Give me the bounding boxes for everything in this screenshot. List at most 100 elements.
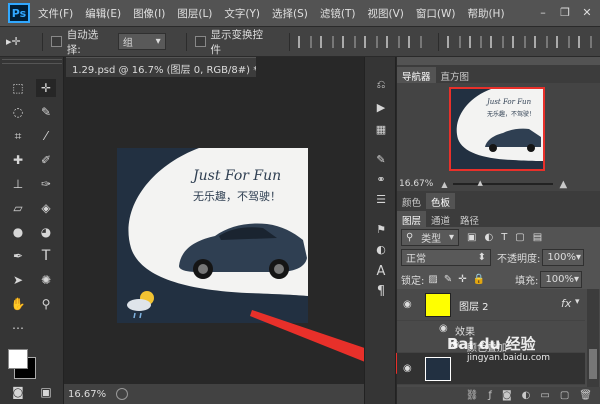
minimize-button[interactable]: – [534, 4, 552, 20]
gradient-tool-icon[interactable]: ◈ [36, 199, 56, 217]
menu-filter[interactable]: 滤镜(T) [320, 6, 356, 21]
filter-pixel-icon[interactable]: ▣ [467, 232, 476, 243]
menu-image[interactable]: 图像(I) [133, 6, 165, 21]
move-tool-icon[interactable]: ✛ [36, 79, 56, 97]
history-panel-icon[interactable]: ⎌ [371, 77, 391, 93]
lasso-tool-icon[interactable]: ◌ [8, 103, 28, 121]
quick-select-tool-icon[interactable]: ✎ [36, 103, 56, 121]
fill-field[interactable]: 100% ▾ [540, 271, 583, 288]
paragraph-panel-icon[interactable]: ¶ [371, 283, 391, 299]
filter-type-icon[interactable]: T [501, 232, 507, 243]
visibility-eye-icon[interactable]: ◉ [403, 363, 417, 375]
layer-effects-fx-icon[interactable]: fx [561, 297, 571, 310]
auto-align-icon[interactable] [578, 35, 593, 48]
healing-brush-tool-icon[interactable]: ✚ [8, 151, 28, 169]
close-button[interactable]: ✕ [578, 4, 596, 20]
add-mask-icon[interactable]: ◙ [502, 390, 512, 401]
filter-adjustment-icon[interactable]: ◐ [484, 232, 493, 243]
eyedropper-tool-icon[interactable]: ⁄ [36, 127, 56, 145]
menu-select[interactable]: 选择(S) [272, 6, 308, 21]
delete-layer-icon[interactable]: 🗑 [579, 390, 592, 401]
document-canvas[interactable]: Just For Fun 无乐趣，不驾驶！ [117, 148, 308, 323]
type-tool-icon[interactable]: T [36, 247, 56, 265]
brush-tool-icon[interactable]: ✐ [36, 151, 56, 169]
path-selection-tool-icon[interactable]: ➤ [8, 271, 28, 289]
lock-all-icon[interactable]: 🔒 [473, 274, 485, 285]
lock-pixels-icon[interactable]: ✎ [444, 274, 452, 285]
adjustments-icon[interactable]: ◐ [371, 241, 391, 257]
zoom-in-icon[interactable]: ▲ [559, 179, 567, 190]
properties-panel-icon[interactable]: ▦ [371, 121, 391, 137]
tab-paths[interactable]: 路径 [455, 211, 485, 227]
align-vcenter-icon[interactable] [319, 35, 334, 48]
clone-source-icon[interactable]: ☰ [371, 191, 391, 207]
align-top-icon[interactable] [298, 35, 312, 48]
new-adjustment-icon[interactable]: ◐ [522, 390, 531, 401]
align-right-icon[interactable] [407, 35, 422, 48]
auto-select-checkbox[interactable] [50, 36, 62, 47]
lock-transparent-icon[interactable]: ▨ [428, 274, 437, 285]
tab-color[interactable]: 颜色 [397, 193, 427, 209]
link-layers-icon[interactable]: ⛓ [466, 390, 479, 401]
zoom-slider[interactable]: ▲ [453, 179, 554, 187]
zoom-level[interactable]: 16.67% [68, 389, 106, 400]
distribute-top-icon[interactable] [446, 35, 461, 48]
new-layer-icon[interactable]: ▢ [560, 390, 569, 401]
hand-tool-icon[interactable]: ✋ [8, 295, 28, 313]
visibility-eye-icon[interactable]: ◉ [403, 299, 417, 311]
distribute-hcenter-icon[interactable] [534, 35, 549, 48]
tab-layers[interactable]: 图层 [397, 211, 427, 227]
new-group-icon[interactable]: ▭ [540, 390, 549, 401]
quick-mask-icon[interactable]: ◙ [8, 383, 28, 401]
align-bottom-icon[interactable] [341, 35, 356, 48]
history-brush-tool-icon[interactable]: ✑ [36, 175, 56, 193]
marquee-tool-icon[interactable]: ⬚ [8, 79, 28, 97]
brush-presets-icon[interactable]: ⚭ [371, 171, 391, 187]
scrollbar-thumb[interactable] [589, 349, 597, 379]
brush-panel-icon[interactable]: ✎ [371, 151, 391, 167]
slider-thumb-icon[interactable]: ▲ [477, 179, 482, 187]
eraser-tool-icon[interactable]: ▱ [8, 199, 28, 217]
distribute-right-icon[interactable] [556, 35, 571, 48]
actions-panel-icon[interactable]: ▶ [371, 99, 391, 115]
zoom-tool-icon[interactable]: ⚲ [36, 295, 56, 313]
crop-tool-icon[interactable]: ⌗ [8, 127, 28, 145]
tool-presets-icon[interactable]: ⚑ [371, 221, 391, 237]
menu-edit[interactable]: 编辑(E) [85, 6, 121, 21]
document-tab[interactable]: 1.29.psd @ 16.7% (图层 0, RGB/8#) * × [66, 57, 256, 77]
custom-shape-tool-icon[interactable]: ✺ [36, 271, 56, 289]
layer-row-layer2[interactable]: ◉ 图层 2 fx ▾ [397, 289, 585, 321]
zoom-out-icon[interactable]: ▲ [441, 180, 447, 189]
distribute-left-icon[interactable] [512, 35, 527, 48]
distribute-vcenter-icon[interactable] [468, 35, 483, 48]
screen-mode-icon[interactable]: ▣ [36, 383, 56, 401]
menu-type[interactable]: 文字(Y) [224, 6, 260, 21]
tab-swatches[interactable]: 色板 [426, 193, 456, 209]
layer-filter-dropdown[interactable]: ⚲ 类型 ▾ [401, 229, 459, 246]
menu-layer[interactable]: 图层(L) [177, 6, 212, 21]
distribute-bottom-icon[interactable] [490, 35, 505, 48]
add-style-icon[interactable]: ƒ [488, 390, 492, 401]
layer-name[interactable]: 图层 2 [459, 298, 489, 313]
show-transform-checkbox[interactable] [194, 36, 206, 47]
move-tool-preset-icon[interactable]: ▸✛ [6, 35, 34, 48]
menu-view[interactable]: 视图(V) [367, 6, 403, 21]
layers-scrollbar[interactable] [587, 289, 599, 387]
lock-position-icon[interactable]: ✛ [458, 274, 466, 285]
character-panel-icon[interactable]: A [371, 263, 391, 279]
blend-mode-dropdown[interactable]: 正常 ⬍ [401, 249, 491, 266]
align-hcenter-icon[interactable] [385, 35, 400, 48]
dodge-tool-icon[interactable]: ◕ [36, 223, 56, 241]
filter-shape-icon[interactable]: ▢ [515, 232, 524, 243]
filter-smart-object-icon[interactable]: ▤ [533, 232, 542, 243]
blur-tool-icon[interactable]: ● [8, 223, 28, 241]
more-tools-icon[interactable]: ⋯ [8, 319, 28, 337]
menu-file[interactable]: 文件(F) [38, 6, 73, 21]
navigator-zoom-value[interactable]: 16.67% [399, 179, 433, 189]
align-left-icon[interactable] [363, 35, 378, 48]
menu-help[interactable]: 帮助(H) [467, 6, 504, 21]
foreground-color-swatch[interactable] [8, 349, 28, 369]
menu-window[interactable]: 窗口(W) [416, 6, 456, 21]
restore-button[interactable]: ❐ [556, 4, 574, 20]
chevron-down-icon[interactable]: ▾ [575, 297, 580, 307]
